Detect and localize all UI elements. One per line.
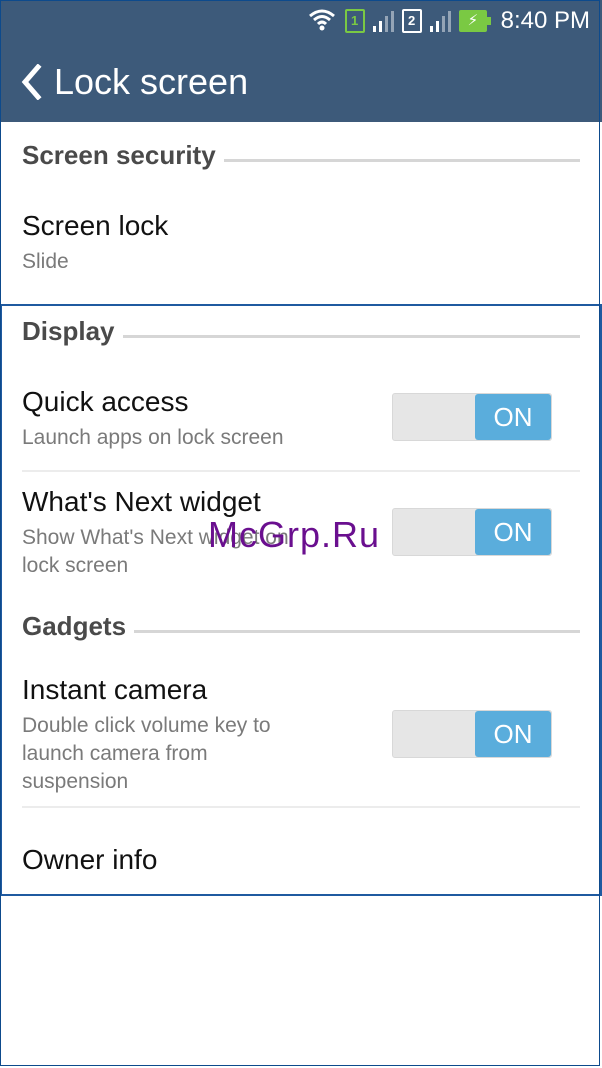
subtitle-line: Double click volume key to <box>22 714 271 737</box>
section-title: Display <box>22 316 115 346</box>
toggle-on-label: ON <box>475 711 551 757</box>
item-title: Owner info <box>22 844 158 875</box>
section-divider <box>223 159 580 162</box>
subtitle-line: suspension <box>22 770 129 793</box>
list-divider <box>22 470 580 472</box>
toggle-on-label: ON <box>475 509 551 555</box>
item-title: Screen lock <box>22 210 169 241</box>
signal-icon <box>429 10 451 32</box>
subtitle-line: launch camera from <box>22 742 208 765</box>
section-divider <box>134 630 580 633</box>
status-bar: 1 2 ⚡ 8:40 PM <box>0 0 602 42</box>
signal-icon <box>372 10 394 32</box>
item-subtitle: Slide <box>22 250 69 273</box>
screen-lock-item[interactable]: Screen lock Slide <box>22 210 580 276</box>
sim1-icon: 1 <box>344 9 365 33</box>
chevron-left-icon[interactable] <box>20 62 44 102</box>
section-header-display: Display <box>22 316 580 347</box>
section-header-gadgets: Gadgets <box>22 611 580 642</box>
section-title: Screen security <box>22 140 216 170</box>
page-title: Lock screen <box>54 61 249 102</box>
sim2-icon: 2 <box>401 9 422 33</box>
owner-info-item[interactable]: Owner info <box>22 844 580 876</box>
section-header-security: Screen security <box>22 140 580 171</box>
app-bar: Lock screen <box>0 42 602 122</box>
item-title: Instant camera <box>22 674 208 705</box>
list-divider <box>22 806 580 808</box>
watermark: McGrp.Ru <box>208 514 381 555</box>
section-divider <box>122 335 580 338</box>
wifi-icon <box>307 7 337 36</box>
subtitle-line: lock screen <box>22 554 129 577</box>
instant-camera-toggle[interactable]: ON <box>392 710 552 758</box>
whats-next-toggle[interactable]: ON <box>392 508 552 556</box>
battery-charging-icon: ⚡ <box>458 10 491 32</box>
section-title: Gadgets <box>22 611 127 641</box>
quick-access-toggle[interactable]: ON <box>392 393 552 441</box>
status-time: 8:40 PM <box>500 7 590 34</box>
toggle-on-label: ON <box>475 394 551 440</box>
